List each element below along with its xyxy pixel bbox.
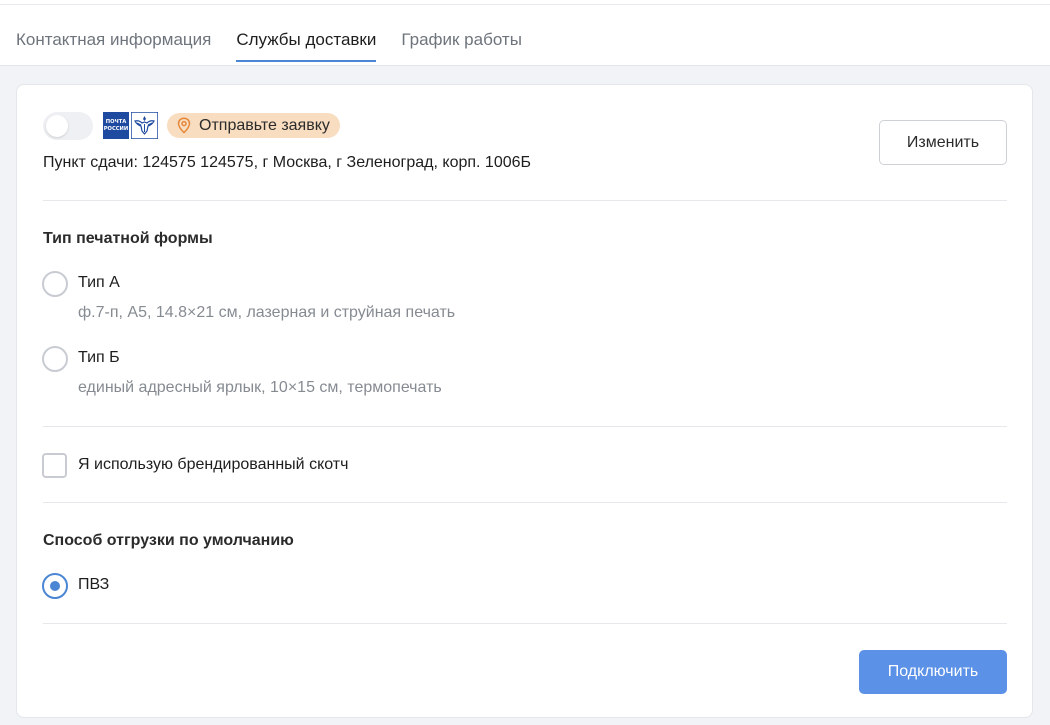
logo-line-1: ПОЧТА	[105, 118, 127, 125]
divider	[43, 200, 1007, 201]
radio-dot	[50, 581, 60, 591]
radio-type-b[interactable]	[42, 346, 68, 372]
delivery-service-card: ПОЧТА РОССИИ Отправьте заявку Пункт сдач…	[16, 84, 1033, 718]
type-a-description: ф.7-п, А5, 14.8×21 см, лазерная и струйн…	[78, 304, 456, 321]
radio-type-a[interactable]	[42, 271, 68, 297]
status-badge-label: Отправьте заявку	[199, 116, 330, 134]
radio-pvz[interactable]	[42, 573, 68, 599]
tab-contact-info[interactable]: Контактная информация	[16, 30, 211, 62]
change-button[interactable]: Изменить	[879, 120, 1007, 165]
branded-tape-checkbox[interactable]	[42, 453, 67, 478]
logo-wordmark: ПОЧТА РОССИИ	[103, 112, 129, 139]
tab-work-schedule[interactable]: График работы	[401, 30, 522, 62]
pvz-label[interactable]: ПВЗ	[78, 576, 109, 594]
branded-tape-label[interactable]: Я использую брендированный скотч	[78, 456, 348, 474]
tab-delivery-services[interactable]: Службы доставки	[236, 30, 377, 62]
divider	[43, 502, 1007, 503]
russian-post-logo: ПОЧТА РОССИИ	[103, 112, 158, 139]
service-enable-toggle[interactable]	[43, 112, 93, 140]
toggle-knob	[46, 115, 68, 137]
divider	[43, 426, 1007, 427]
shipment-method-title: Способ отгрузки по умолчанию	[43, 532, 294, 549]
type-a-label[interactable]: Тип А	[78, 274, 120, 292]
top-bar: Контактная информация Службы доставки Гр…	[0, 0, 1050, 66]
logo-line-2: РОССИИ	[103, 125, 129, 132]
pickup-point-text: Пункт сдачи: 124575 124575, г Москва, г …	[43, 154, 532, 171]
top-hairline	[0, 4, 1050, 5]
divider	[43, 623, 1007, 624]
type-b-description: единый адресный ярлык, 10×15 см, термопе…	[78, 379, 442, 396]
connect-button[interactable]: Подключить	[859, 650, 1007, 694]
eagle-emblem-icon	[131, 112, 158, 139]
type-b-label[interactable]: Тип Б	[78, 349, 120, 367]
map-pin-icon	[177, 117, 191, 134]
tab-bar: Контактная информация Службы доставки Гр…	[16, 30, 547, 62]
print-form-title: Тип печатной формы	[43, 230, 213, 247]
status-badge: Отправьте заявку	[167, 113, 340, 138]
